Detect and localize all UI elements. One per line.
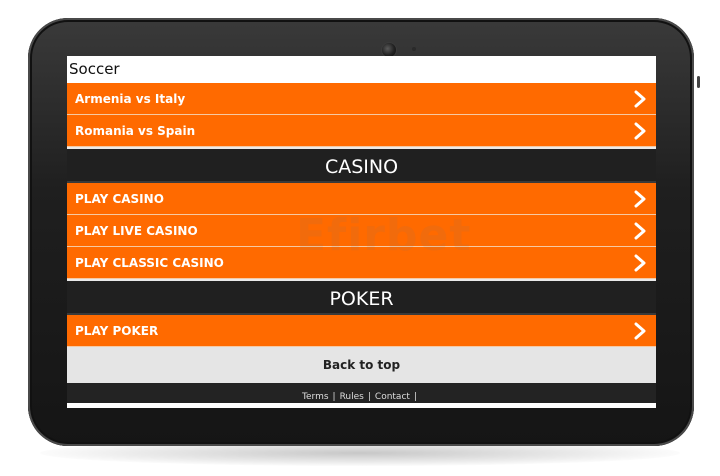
- match-label: Armenia vs Italy: [75, 92, 186, 106]
- chevron-right-icon: [634, 90, 646, 108]
- casino-item-label: PLAY CLASSIC CASINO: [75, 256, 224, 270]
- footer: Terms | Rules | Contact |: [67, 383, 656, 403]
- back-to-top-button[interactable]: Back to top: [67, 347, 656, 383]
- chevron-right-icon: [634, 254, 646, 272]
- footer-separator: |: [367, 392, 371, 402]
- chevron-right-icon: [634, 190, 646, 208]
- tablet-screen: Soccer Armenia vs Italy Romania vs Spain…: [67, 56, 656, 408]
- chevron-right-icon: [634, 122, 646, 140]
- play-casino-row[interactable]: PLAY CASINO: [67, 183, 656, 215]
- play-classic-casino-row[interactable]: PLAY CLASSIC CASINO: [67, 247, 656, 279]
- chevron-right-icon: [634, 222, 646, 240]
- poker-heading: POKER: [67, 279, 656, 315]
- chevron-right-icon: [634, 322, 646, 340]
- footer-link-terms[interactable]: Terms: [302, 392, 329, 402]
- side-button: [697, 76, 700, 88]
- casino-item-label: PLAY LIVE CASINO: [75, 224, 198, 238]
- match-row-romania-spain[interactable]: Romania vs Spain: [67, 115, 656, 147]
- play-live-casino-row[interactable]: PLAY LIVE CASINO: [67, 215, 656, 247]
- footer-link-contact[interactable]: Contact: [375, 392, 410, 402]
- section-title-soccer: Soccer: [67, 56, 656, 83]
- casino-item-label: PLAY CASINO: [75, 192, 164, 206]
- match-label: Romania vs Spain: [75, 124, 196, 138]
- play-poker-row[interactable]: PLAY POKER: [67, 315, 656, 347]
- footer-link-rules[interactable]: Rules: [340, 392, 364, 402]
- casino-heading: CASINO: [67, 147, 656, 183]
- footer-separator: |: [332, 392, 336, 402]
- poker-item-label: PLAY POKER: [75, 324, 159, 338]
- sensor-icon: [412, 47, 416, 51]
- footer-separator: |: [413, 392, 417, 402]
- match-row-armenia-italy[interactable]: Armenia vs Italy: [67, 83, 656, 115]
